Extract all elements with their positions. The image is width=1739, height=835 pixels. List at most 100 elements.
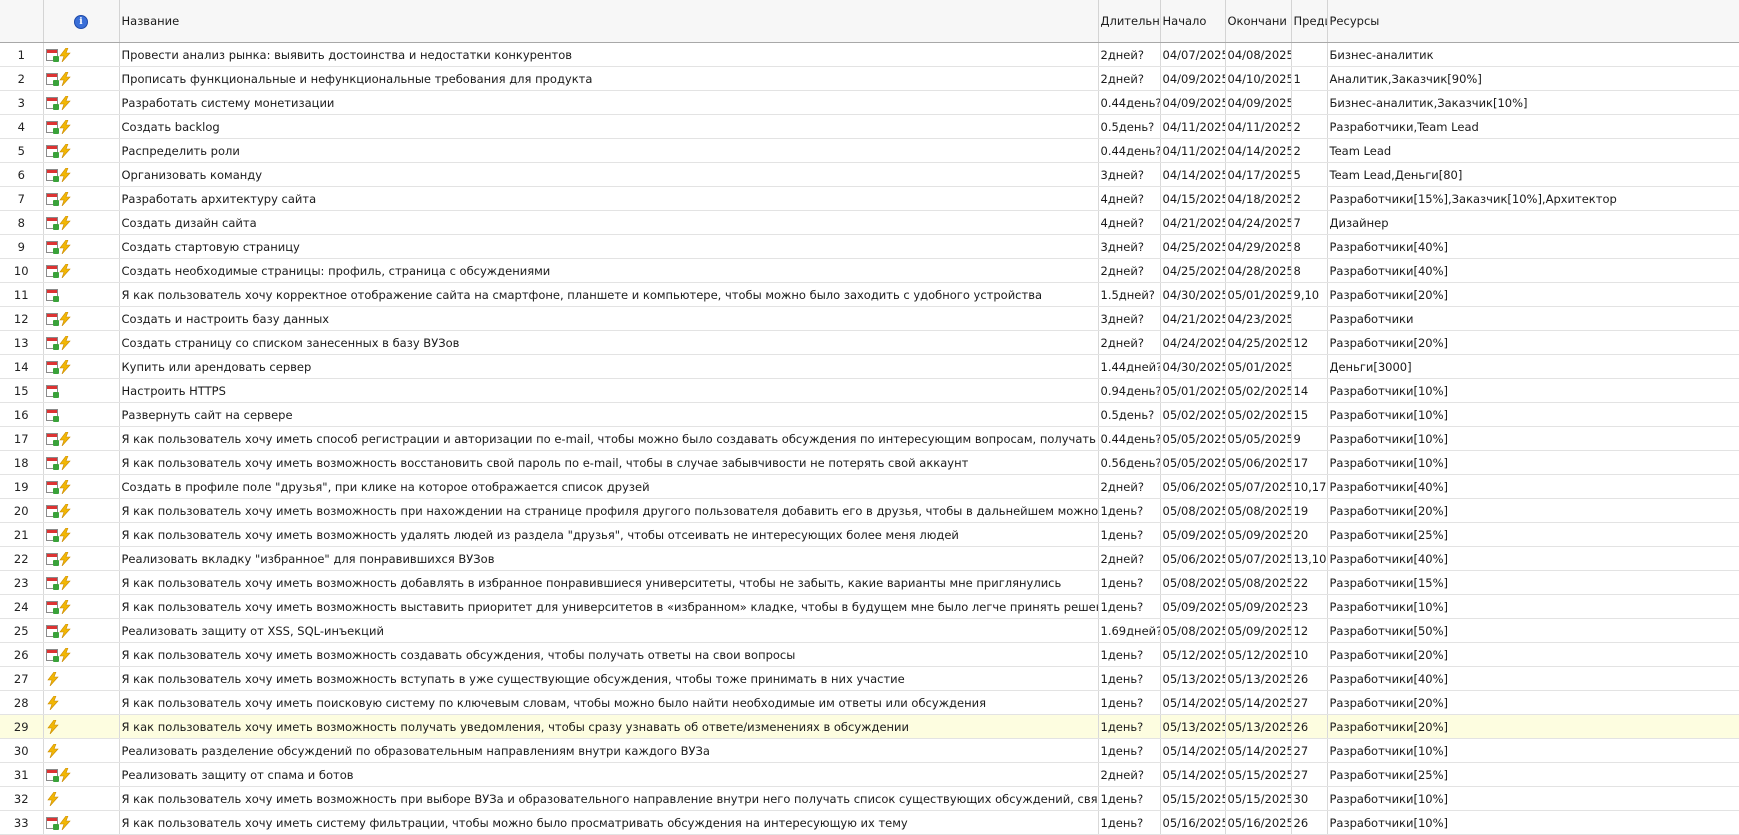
resources-cell[interactable]: Разработчики[20%] <box>1327 498 1739 523</box>
task-name-cell[interactable]: Создать backlog <box>119 114 1099 139</box>
start-date-cell[interactable]: 04/25/2025 <box>1160 234 1226 259</box>
finish-date-cell[interactable]: 05/05/2025 <box>1225 426 1292 451</box>
resources-cell[interactable]: Дизайнер <box>1327 210 1739 235</box>
start-date-cell[interactable]: 04/07/2025 <box>1160 42 1226 67</box>
task-name-cell[interactable]: Создать и настроить базу данных <box>119 306 1099 331</box>
start-date-cell[interactable]: 04/30/2025 <box>1160 354 1226 379</box>
start-date-cell[interactable]: 05/09/2025 <box>1160 522 1226 547</box>
start-date-cell[interactable]: 05/01/2025 <box>1160 378 1226 403</box>
resources-cell[interactable]: Team Lead,Деньги[80] <box>1327 162 1739 187</box>
table-row[interactable]: 23 Я как пользователь хочу иметь возможно… <box>0 570 1739 595</box>
header-start[interactable]: Начало <box>1160 0 1226 43</box>
duration-cell[interactable]: 1день? <box>1098 810 1161 835</box>
row-number[interactable]: 26 <box>0 642 44 667</box>
table-row[interactable]: 8 Создать дизайн сайта 4дней? 04/21/2025 04/… <box>0 210 1739 235</box>
row-number[interactable]: 2 <box>0 66 44 91</box>
start-date-cell[interactable]: 04/11/2025 <box>1160 114 1226 139</box>
finish-date-cell[interactable]: 04/23/2025 <box>1225 306 1292 331</box>
task-name-cell[interactable]: Развернуть сайт на сервере <box>119 402 1099 427</box>
duration-cell[interactable]: 1день? <box>1098 498 1161 523</box>
table-row[interactable]: 31 Реализовать защиту от спама и ботов 2дн… <box>0 762 1739 787</box>
task-name-cell[interactable]: Я как пользователь хочу иметь возможност… <box>119 714 1099 739</box>
start-date-cell[interactable]: 05/08/2025 <box>1160 570 1226 595</box>
predecessors-cell[interactable]: 15 <box>1291 402 1328 427</box>
duration-cell[interactable]: 1день? <box>1098 642 1161 667</box>
table-row[interactable]: 27 Я как пользователь хочу иметь возможно… <box>0 666 1739 691</box>
start-date-cell[interactable]: 04/09/2025 <box>1160 90 1226 115</box>
table-row[interactable]: 9 Создать стартовую страницу 3дней? 04/25/2… <box>0 234 1739 259</box>
predecessors-cell[interactable]: 26 <box>1291 810 1328 835</box>
predecessors-cell[interactable]: 8 <box>1291 258 1328 283</box>
task-name-cell[interactable]: Настроить HTTPS <box>119 378 1099 403</box>
row-number[interactable]: 19 <box>0 474 44 499</box>
resources-cell[interactable]: Бизнес-аналитик <box>1327 42 1739 67</box>
start-date-cell[interactable]: 05/13/2025 <box>1160 714 1226 739</box>
row-number[interactable]: 30 <box>0 738 44 763</box>
predecessors-cell[interactable] <box>1291 354 1328 379</box>
row-number[interactable]: 32 <box>0 786 44 811</box>
resources-cell[interactable]: Разработчики[10%] <box>1327 402 1739 427</box>
table-row[interactable]: 19 Создать в профиле поле "друзья", при к… <box>0 474 1739 499</box>
duration-cell[interactable]: 4дней? <box>1098 186 1161 211</box>
finish-date-cell[interactable]: 05/07/2025 <box>1225 474 1292 499</box>
table-row[interactable]: 3 Разработать систему монетизации 0.44день… <box>0 90 1739 115</box>
finish-date-cell[interactable]: 04/29/2025 <box>1225 234 1292 259</box>
start-date-cell[interactable]: 04/21/2025 <box>1160 210 1226 235</box>
table-row[interactable]: 24 Я как пользователь хочу иметь возможно… <box>0 594 1739 619</box>
predecessors-cell[interactable] <box>1291 306 1328 331</box>
duration-cell[interactable]: 1день? <box>1098 738 1161 763</box>
finish-date-cell[interactable]: 04/25/2025 <box>1225 330 1292 355</box>
start-date-cell[interactable]: 05/09/2025 <box>1160 594 1226 619</box>
predecessors-cell[interactable]: 1 <box>1291 66 1328 91</box>
duration-cell[interactable]: 2дней? <box>1098 42 1161 67</box>
resources-cell[interactable]: Разработчики[40%] <box>1327 546 1739 571</box>
task-name-cell[interactable]: Я как пользователь хочу иметь возможност… <box>119 450 1099 475</box>
header-duration[interactable]: Длительнос <box>1098 0 1161 43</box>
resources-cell[interactable]: Team Lead <box>1327 138 1739 163</box>
resources-cell[interactable]: Разработчики[10%] <box>1327 786 1739 811</box>
duration-cell[interactable]: 2дней? <box>1098 330 1161 355</box>
predecessors-cell[interactable]: 5 <box>1291 162 1328 187</box>
finish-date-cell[interactable]: 04/11/2025 <box>1225 114 1292 139</box>
table-row[interactable]: 5 Распределить роли 0.44день? 04/11/2025 04/… <box>0 138 1739 163</box>
finish-date-cell[interactable]: 05/16/2025 <box>1225 810 1292 835</box>
predecessors-cell[interactable]: 26 <box>1291 714 1328 739</box>
header-row-number[interactable] <box>0 0 44 43</box>
task-name-cell[interactable]: Распределить роли <box>119 138 1099 163</box>
predecessors-cell[interactable]: 20 <box>1291 522 1328 547</box>
finish-date-cell[interactable]: 05/09/2025 <box>1225 594 1292 619</box>
task-name-cell[interactable]: Я как пользователь хочу иметь возможност… <box>119 498 1099 523</box>
finish-date-cell[interactable]: 05/01/2025 <box>1225 282 1292 307</box>
table-row[interactable]: 22 Реализовать вкладку "избранное" для по… <box>0 546 1739 571</box>
row-number[interactable]: 3 <box>0 90 44 115</box>
table-row[interactable]: 13 Создать страницу со списком занесенных… <box>0 330 1739 355</box>
finish-date-cell[interactable]: 05/14/2025 <box>1225 738 1292 763</box>
resources-cell[interactable]: Разработчики[50%] <box>1327 618 1739 643</box>
resources-cell[interactable]: Разработчики[40%] <box>1327 666 1739 691</box>
finish-date-cell[interactable]: 05/02/2025 <box>1225 378 1292 403</box>
duration-cell[interactable]: 0.44день? <box>1098 90 1161 115</box>
duration-cell[interactable]: 1.69дней? <box>1098 618 1161 643</box>
start-date-cell[interactable]: 05/05/2025 <box>1160 450 1226 475</box>
table-row[interactable]: 15 Настроить HTTPS 0.94день? 05/01/2025 05/0… <box>0 378 1739 403</box>
resources-cell[interactable]: Разработчики[10%] <box>1327 738 1739 763</box>
resources-cell[interactable]: Разработчики[25%] <box>1327 522 1739 547</box>
duration-cell[interactable]: 4дней? <box>1098 210 1161 235</box>
predecessors-cell[interactable]: 10,17 <box>1291 474 1328 499</box>
row-number[interactable]: 33 <box>0 810 44 835</box>
task-name-cell[interactable]: Создать стартовую страницу <box>119 234 1099 259</box>
task-name-cell[interactable]: Я как пользователь хочу корректное отобр… <box>119 282 1099 307</box>
finish-date-cell[interactable]: 05/13/2025 <box>1225 714 1292 739</box>
row-number[interactable]: 17 <box>0 426 44 451</box>
duration-cell[interactable]: 0.44день? <box>1098 138 1161 163</box>
predecessors-cell[interactable]: 27 <box>1291 762 1328 787</box>
start-date-cell[interactable]: 04/11/2025 <box>1160 138 1226 163</box>
task-name-cell[interactable]: Я как пользователь хочу иметь возможност… <box>119 594 1099 619</box>
row-number[interactable]: 6 <box>0 162 44 187</box>
task-name-cell[interactable]: Я как пользователь хочу иметь возможност… <box>119 570 1099 595</box>
resources-cell[interactable]: Разработчики[10%] <box>1327 810 1739 835</box>
row-number[interactable]: 28 <box>0 690 44 715</box>
predecessors-cell[interactable]: 27 <box>1291 690 1328 715</box>
resources-cell[interactable]: Разработчики[20%] <box>1327 714 1739 739</box>
duration-cell[interactable]: 2дней? <box>1098 546 1161 571</box>
